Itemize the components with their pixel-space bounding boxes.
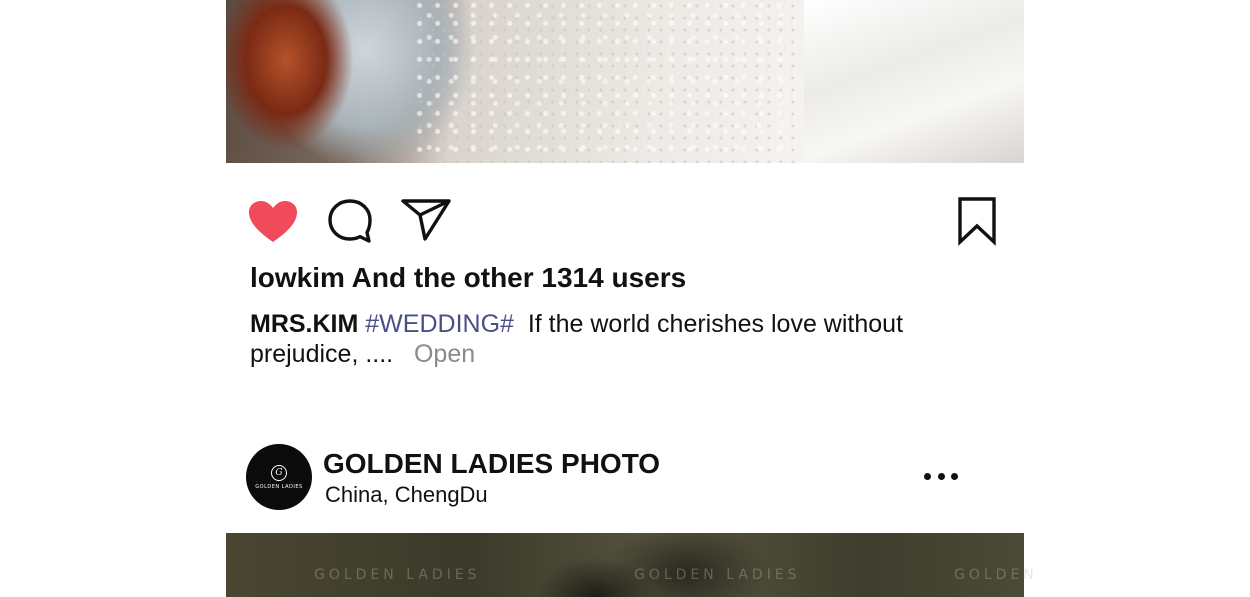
photo-lace-texture <box>416 0 796 163</box>
caption-text-line1: If the world cherishes love without <box>527 310 904 338</box>
photo-watermark: GOLDEN <box>954 567 1038 583</box>
account-name[interactable]: GOLDEN LADIES PHOTO <box>323 448 660 480</box>
more-options-icon[interactable] <box>924 466 958 486</box>
location-city: ChengDu <box>394 482 488 507</box>
post-photo-top[interactable] <box>226 0 1024 163</box>
share-paper-plane-icon[interactable] <box>400 197 452 243</box>
bookmark-icon[interactable] <box>956 196 998 246</box>
caption-text-line2: prejudice, .... <box>250 340 394 368</box>
photo-satin-texture <box>804 0 1024 163</box>
account-location[interactable]: China, ChengDu <box>325 482 488 508</box>
post-photo-bottom[interactable]: GOLDEN LADIES GOLDEN LADIES GOLDEN <box>226 533 1034 597</box>
photo-watermark: GOLDEN LADIES <box>314 567 481 583</box>
likes-summary[interactable]: lowkim And the other 1314 users <box>250 262 686 294</box>
comment-bubble-icon[interactable] <box>327 198 373 244</box>
more-dot <box>951 472 958 480</box>
location-country: China, <box>325 482 389 507</box>
caption-hashtag[interactable]: #WEDDING# <box>365 310 514 338</box>
avatar-logo-text: GOLDEN LADIES <box>255 483 303 490</box>
post-caption: MRS.KIM #WEDDING# If the world cherishes… <box>250 309 950 369</box>
caption-username[interactable]: MRS.KIM <box>250 310 358 338</box>
account-avatar[interactable]: G GOLDEN LADIES <box>246 444 312 510</box>
brand-logo-icon: G <box>271 464 287 481</box>
photo-watermark: GOLDEN LADIES <box>634 567 801 583</box>
more-dot <box>924 472 931 480</box>
more-dot <box>937 472 945 480</box>
caption-open-link[interactable]: Open <box>414 340 475 368</box>
like-heart-icon[interactable] <box>248 200 298 244</box>
